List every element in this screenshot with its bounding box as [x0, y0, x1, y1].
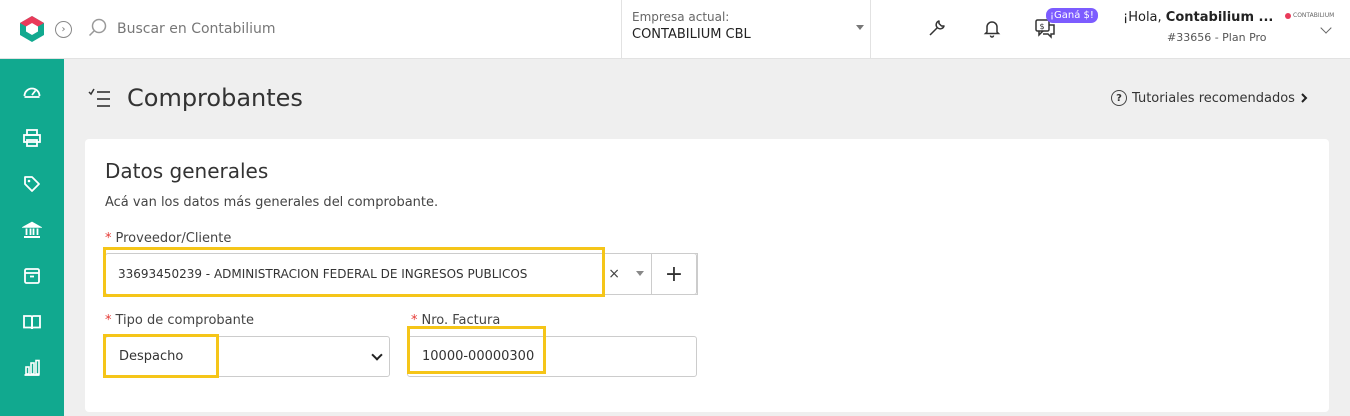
bell-icon[interactable] — [981, 17, 1003, 39]
caret-down-icon — [856, 25, 864, 30]
card-description: Acá van los datos más generales del comp… — [105, 195, 439, 210]
page-title: Comprobantes — [127, 84, 303, 112]
search-icon — [88, 18, 108, 42]
tipo-label-text: Tipo de comprobante — [115, 313, 254, 328]
proveedor-label-text: Proveedor/Cliente — [115, 231, 232, 246]
mini-logo-text: CONTABILIUM — [1293, 12, 1335, 19]
book-icon — [23, 315, 41, 330]
tipo-comprobante-select[interactable]: Despacho — [105, 336, 390, 377]
proveedor-label: * Proveedor/Cliente — [105, 231, 231, 246]
promo-badge[interactable]: ¡Ganá $! — [1046, 8, 1098, 23]
help-icon: ? — [1111, 90, 1127, 106]
caret-down-icon[interactable] — [636, 271, 644, 276]
add-proveedor-button[interactable]: + — [651, 253, 697, 295]
sidebar-item-banks[interactable] — [20, 218, 44, 242]
reports-chart-icon — [24, 359, 40, 376]
wrench-icon[interactable] — [926, 17, 948, 39]
sidebar-item-inventory[interactable] — [20, 264, 44, 288]
nro-factura-label: * Nro. Factura — [411, 313, 500, 328]
contabilium-logo-icon[interactable] — [18, 15, 46, 43]
tutorials-label: Tutoriales recomendados — [1132, 90, 1295, 106]
chevron-down-icon — [371, 349, 383, 361]
top-bar: › Empresa actual: CONTABILIUM CBL $ ¡Gan… — [0, 0, 1350, 59]
chevron-right-icon — [1301, 93, 1308, 103]
sidebar — [0, 59, 64, 416]
company-label: Empresa actual: — [632, 10, 730, 24]
logo-dot-icon — [1285, 12, 1291, 19]
proveedor-select[interactable]: 33693450239 - ADMINISTRACION FEDERAL DE … — [105, 253, 698, 295]
company-selector[interactable]: Empresa actual: CONTABILIUM CBL — [621, 0, 871, 58]
sidebar-item-sales[interactable] — [20, 126, 44, 150]
card-title: Datos generales — [105, 159, 269, 183]
user-name: Contabilium ... — [1165, 10, 1274, 25]
search-input[interactable] — [112, 16, 412, 42]
inventory-box-icon — [24, 268, 40, 284]
dashboard-icon — [23, 87, 41, 98]
proveedor-value: 33693450239 - ADMINISTRACION FEDERAL DE … — [118, 267, 528, 281]
collapse-sidebar-icon[interactable]: › — [55, 21, 72, 38]
nro-factura-input[interactable] — [407, 336, 697, 377]
nro-label-text: Nro. Factura — [421, 313, 501, 328]
required-marker: * — [411, 313, 418, 328]
svg-text:$: $ — [1040, 22, 1045, 31]
sidebar-item-dashboard[interactable] — [20, 80, 44, 104]
tutorials-link[interactable]: ? Tutoriales recomendados — [1111, 90, 1308, 106]
greeting-prefix: ¡Hola, — [1123, 10, 1166, 25]
company-mini-logo: CONTABILIUM — [1285, 12, 1334, 19]
user-menu-chevron-icon[interactable] — [1320, 22, 1332, 34]
checklist-icon — [88, 88, 112, 114]
clear-selection-icon[interactable]: × — [608, 266, 620, 282]
user-greeting[interactable]: ¡Hola, Contabilium ... — [1123, 10, 1273, 25]
sidebar-item-products[interactable] — [20, 172, 44, 196]
tipo-label: * Tipo de comprobante — [105, 313, 254, 328]
required-marker: * — [105, 313, 112, 328]
company-name: CONTABILIUM CBL — [632, 27, 751, 42]
sidebar-item-reports[interactable] — [20, 356, 44, 380]
printer-icon — [23, 129, 41, 147]
tipo-value: Despacho — [119, 349, 184, 364]
tag-icon — [24, 176, 40, 192]
account-plan: #33656 - Plan Pro — [1167, 31, 1267, 44]
datos-generales-card: Datos generales Acá van los datos más ge… — [85, 139, 1329, 412]
bank-icon — [22, 221, 42, 238]
sidebar-item-accounting[interactable] — [20, 310, 44, 334]
required-marker: * — [105, 231, 112, 246]
